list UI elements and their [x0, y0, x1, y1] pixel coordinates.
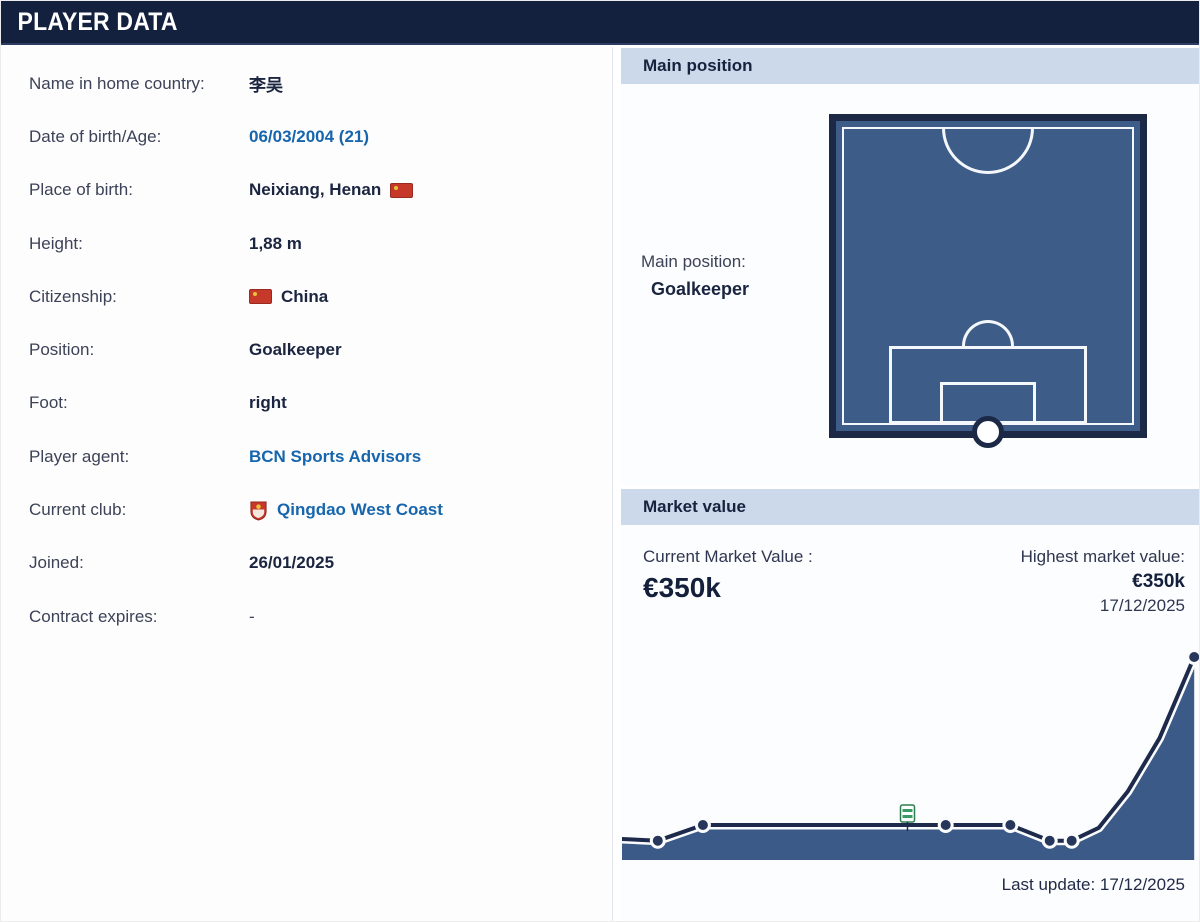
player-data-page: PLAYER DATA Name in home country: 李吴 Dat… — [0, 0, 1200, 922]
chart-data-point — [1002, 817, 1019, 833]
china-flag-icon — [390, 182, 414, 198]
row-value: - — [249, 606, 255, 626]
player-agent-link[interactable]: BCN Sports Advisors — [249, 447, 421, 467]
row-label: Current club: — [29, 500, 127, 520]
chart-data-point — [649, 832, 666, 849]
row-player-agent: Player agent: BCN Sports Advisors — [1, 430, 612, 483]
main-position-label-block: Main position: Goalkeeper — [641, 252, 749, 300]
page-header-bar: PLAYER DATA — [1, 1, 1199, 45]
row-label: Name in home country: — [29, 73, 205, 93]
highest-market-value: €350k — [1132, 571, 1185, 592]
chart-data-point — [937, 817, 954, 833]
current-market-value-block: Current Market Value : €350k — [643, 547, 813, 604]
row-foot: Foot: right — [1, 377, 612, 430]
row-position: Position: Goalkeeper — [1, 323, 612, 376]
chart-data-point — [694, 817, 711, 833]
chart-data-point — [1063, 832, 1080, 849]
market-value-chart-container — [617, 629, 1199, 865]
row-label: Joined: — [29, 553, 84, 573]
last-update-text: Last update: 17/12/2025 — [1001, 875, 1185, 894]
current-market-value-label: Current Market Value : — [643, 547, 813, 566]
highest-market-value-date: 17/12/2025 — [1099, 596, 1185, 615]
row-value: Neixiang, Henan — [249, 180, 414, 200]
row-contract-expires: Contract expires: - — [1, 590, 612, 643]
current-market-value: €350k — [643, 572, 721, 603]
row-label: Citizenship: — [29, 286, 117, 306]
current-club-text: Qingdao West Coast — [277, 500, 443, 520]
row-label: Contract expires: — [29, 606, 158, 626]
chart-data-point — [1041, 832, 1058, 849]
row-label: Date of birth/Age: — [29, 126, 162, 146]
date-of-birth-link[interactable]: 06/03/2004 (21) — [249, 127, 369, 147]
highest-market-value-label: Highest market value: — [1020, 547, 1185, 566]
row-current-club: Current club: Qingdao West Coast — [1, 483, 612, 536]
pitch-graphic — [829, 114, 1147, 448]
current-club-link[interactable]: Qingdao West Coast — [249, 500, 443, 521]
row-label: Height: — [29, 233, 83, 253]
page-title: PLAYER DATA — [17, 7, 178, 36]
row-name-home-country: Name in home country: 李吴 — [1, 57, 612, 110]
row-citizenship: Citizenship: China — [1, 270, 612, 323]
market-value-chart — [617, 649, 1199, 860]
club-crest-icon — [250, 500, 267, 521]
row-label: Foot: — [29, 393, 68, 413]
row-value: right — [249, 393, 287, 413]
row-height: Height: 1,88 m — [1, 217, 612, 270]
row-value: 1,88 m — [249, 233, 302, 253]
row-label: Position: — [29, 340, 95, 360]
row-date-of-birth: Date of birth/Age: 06/03/2004 (21) — [1, 110, 612, 163]
main-position-label: Main position: — [641, 252, 746, 271]
row-label: Place of birth: — [29, 180, 133, 200]
market-value-panel-header: Market value — [621, 489, 1199, 525]
main-position-panel-body: Main position: Goalkeeper — [621, 84, 1199, 485]
market-value-panel-body: Current Market Value : €350k Highest mar… — [617, 525, 1199, 921]
main-position-value: Goalkeeper — [651, 279, 750, 299]
row-value: 李吴 — [249, 76, 283, 96]
row-value: Goalkeeper — [249, 340, 342, 360]
row-label: Player agent: — [29, 446, 130, 466]
player-info-panel: Name in home country: 李吴 Date of birth/A… — [1, 47, 613, 921]
row-joined: Joined: 26/01/2025 — [1, 537, 612, 590]
right-column: Main position Main position: Goalkeeper … — [617, 45, 1199, 921]
china-flag-icon — [249, 289, 272, 305]
row-value: 26/01/2025 — [249, 553, 335, 573]
player-info-rows: Name in home country: 李吴 Date of birth/A… — [1, 47, 612, 643]
place-of-birth-text: Neixiang, Henan — [249, 180, 382, 200]
row-value: China — [249, 287, 328, 307]
chart-data-point — [1186, 649, 1199, 665]
row-place-of-birth: Place of birth: Neixiang, Henan — [1, 164, 612, 217]
goalkeeper-position-marker — [972, 416, 1004, 448]
main-position-panel-header: Main position — [621, 48, 1199, 84]
highest-market-value-block: Highest market value: €350k 17/12/2025 — [1021, 547, 1185, 616]
citizenship-text: China — [281, 286, 329, 306]
